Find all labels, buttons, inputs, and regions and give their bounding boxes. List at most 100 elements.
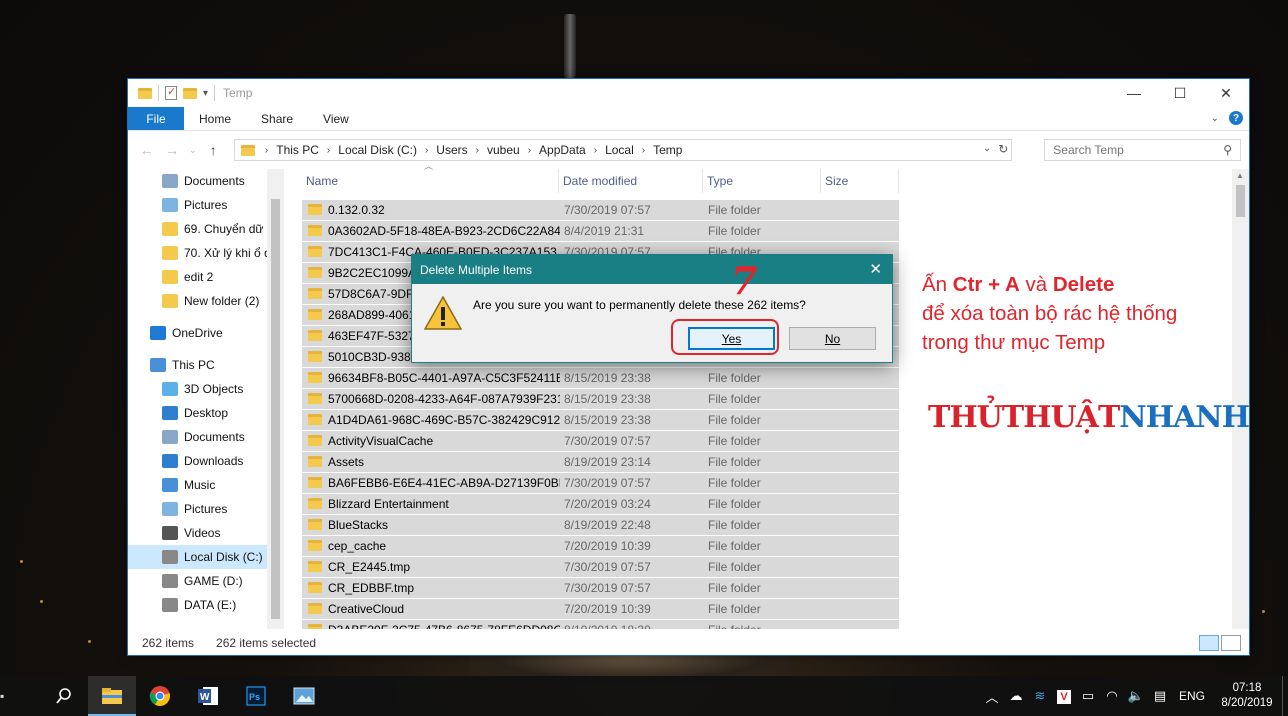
sidebar-item-label: Documents: [184, 430, 245, 444]
list-scrollbar[interactable]: ▲: [1232, 169, 1249, 629]
forward-button[interactable]: →: [161, 139, 182, 161]
sidebar-item[interactable]: This PC: [128, 353, 283, 377]
tab-view[interactable]: View: [308, 107, 364, 130]
taskbar-app-word[interactable]: W: [184, 676, 232, 716]
back-button[interactable]: ←: [136, 139, 157, 161]
new-folder-icon[interactable]: [183, 87, 197, 99]
sidebar-item[interactable]: Local Disk (C:): [128, 545, 283, 569]
scrollbar-thumb[interactable]: [271, 199, 280, 619]
search-button[interactable]: [40, 676, 88, 716]
column-size[interactable]: Size: [821, 169, 899, 193]
sidebar-item[interactable]: Music: [128, 473, 283, 497]
recent-locations-icon[interactable]: ⌄: [187, 139, 199, 161]
properties-icon[interactable]: [165, 85, 177, 100]
taskbar-app-explorer[interactable]: [88, 676, 136, 716]
table-row[interactable]: CR_EDBBF.tmp 7/30/2019 07:57 File folder: [302, 577, 1232, 598]
customize-toolbar-icon[interactable]: ▾: [203, 88, 208, 99]
antivirus-icon[interactable]: V: [1052, 688, 1076, 704]
clock-time: 07:18: [1232, 682, 1262, 694]
table-row[interactable]: BA6FEBB6-E6E4-41EC-AB9A-D27139F0BB... 7/3…: [302, 472, 1232, 493]
instruction-annotation: Ấn Ctr + A và Delete để xóa toàn bộ rác …: [922, 270, 1177, 357]
breadcrumb-item[interactable]: Temp: [653, 143, 682, 157]
taskbar-app-photoshop[interactable]: Ps: [232, 676, 280, 716]
tab-file[interactable]: File: [128, 107, 184, 130]
table-row[interactable]: 96634BF8-B05C-4401-A97A-C5C3F52411ED 8/15…: [302, 367, 1232, 388]
sidebar-item[interactable]: 69. Chuyển dữ li: [128, 217, 283, 241]
tab-share[interactable]: Share: [246, 107, 308, 130]
breadcrumb-item[interactable]: This PC: [276, 143, 319, 157]
address-dropdown-icon[interactable]: ⌄: [983, 143, 991, 154]
sidebar-item[interactable]: edit 2: [128, 265, 283, 289]
sidebar-item[interactable]: DATA (E:): [128, 593, 283, 617]
table-row[interactable]: CR_E2445.tmp 7/30/2019 07:57 File folder: [302, 556, 1232, 577]
file-type: File folder: [708, 391, 761, 406]
sidebar-item[interactable]: Downloads: [128, 449, 283, 473]
taskbar-app-photos[interactable]: [280, 676, 328, 716]
table-row[interactable]: BlueStacks 8/19/2019 22:48 File folder: [302, 514, 1232, 535]
sidebar-item[interactable]: 70. Xử lý khi ổ đi: [128, 241, 283, 265]
file-name-cell: BlueStacks: [302, 518, 560, 532]
close-button[interactable]: ✕: [1203, 79, 1249, 107]
warning-icon: [424, 296, 462, 330]
search-box[interactable]: ⚲: [1044, 139, 1242, 161]
maximize-button[interactable]: ☐: [1157, 79, 1203, 107]
breadcrumb-item[interactable]: Local: [605, 143, 634, 157]
show-desktop-button[interactable]: [1282, 676, 1288, 716]
sidebar-item[interactable]: 3D Objects: [128, 377, 283, 401]
nav-scrollbar[interactable]: [267, 169, 284, 629]
dialog-close-button[interactable]: ✕: [869, 260, 882, 278]
column-date-modified[interactable]: Date modified: [559, 169, 703, 193]
search-input[interactable]: [1053, 143, 1214, 157]
table-row[interactable]: Blizzard Entertainment 7/20/2019 03:24 Fil…: [302, 493, 1232, 514]
breadcrumb-item[interactable]: AppData: [539, 143, 586, 157]
up-button[interactable]: ↑: [202, 139, 223, 161]
clock[interactable]: 07:18 8/20/2019: [1212, 681, 1282, 711]
column-name[interactable]: Name: [302, 169, 559, 193]
sidebar-item[interactable]: Videos: [128, 521, 283, 545]
table-row[interactable]: CreativeCloud 7/20/2019 10:39 File folder: [302, 598, 1232, 619]
sidebar-item[interactable]: Documents: [128, 425, 283, 449]
folder-icon: [308, 414, 322, 425]
sidebar-item[interactable]: New folder (2): [128, 289, 283, 313]
row-selection: ActivityVisualCache 7/30/2019 07:57 File f…: [302, 430, 899, 451]
wifi-icon[interactable]: ◠: [1100, 688, 1124, 704]
refresh-icon[interactable]: ↻: [998, 142, 1008, 156]
scrollbar-thumb[interactable]: [1236, 185, 1245, 217]
sidebar-item[interactable]: Network: [128, 625, 283, 629]
address-bar[interactable]: › This PC › Local Disk (C:) › Users › vu…: [233, 139, 1013, 161]
minimize-button[interactable]: —: [1111, 79, 1157, 107]
expand-ribbon-icon[interactable]: ⌄: [1211, 113, 1219, 124]
table-row[interactable]: 0A3602AD-5F18-48EA-B923-2CD6C22A84... 8/4…: [302, 220, 1232, 241]
details-view-button[interactable]: [1199, 635, 1219, 651]
sidebar-item[interactable]: Desktop: [128, 401, 283, 425]
bluestacks-icon[interactable]: ≋: [1028, 688, 1052, 704]
table-row[interactable]: 0.132.0.32 7/30/2019 07:57 File folder: [302, 199, 1232, 220]
scroll-up-icon[interactable]: ▲: [1236, 171, 1244, 180]
sidebar-item[interactable]: GAME (D:): [128, 569, 283, 593]
notification-icon[interactable]: ▤: [1148, 688, 1172, 704]
sidebar-item[interactable]: Documents📌: [128, 169, 283, 193]
help-icon[interactable]: ?: [1229, 111, 1243, 125]
large-icons-view-button[interactable]: [1221, 635, 1241, 651]
breadcrumb-item[interactable]: Local Disk (C:): [338, 143, 417, 157]
sidebar-item[interactable]: Pictures: [128, 497, 283, 521]
windows-start-button[interactable]: ▪: [0, 676, 40, 716]
column-type[interactable]: Type: [703, 169, 821, 193]
file-name: BlueStacks: [328, 517, 389, 532]
table-row[interactable]: Assets 8/19/2019 23:14 File folder: [302, 451, 1232, 472]
breadcrumb-item[interactable]: Users: [436, 143, 467, 157]
table-row[interactable]: cep_cache 7/20/2019 10:39 File folder: [302, 535, 1232, 556]
sidebar-item[interactable]: OneDrive: [128, 321, 283, 345]
breadcrumb-item[interactable]: vubeu: [487, 143, 520, 157]
sidebar-item[interactable]: Pictures📌: [128, 193, 283, 217]
battery-icon[interactable]: ▭: [1076, 688, 1100, 704]
volume-icon[interactable]: 🔈: [1124, 688, 1148, 704]
taskbar-app-chrome[interactable]: [136, 676, 184, 716]
no-button[interactable]: No: [789, 327, 876, 350]
cloud-icon[interactable]: ☁: [1004, 688, 1028, 704]
show-hidden-icons[interactable]: ︿: [980, 687, 1004, 706]
table-row[interactable]: D3ABE20F-2C75-47B6-8675-78FE6DD08C218/10…: [302, 619, 1232, 629]
language-indicator[interactable]: ENG: [1172, 689, 1212, 703]
folder-icon: [308, 372, 322, 383]
tab-home[interactable]: Home: [184, 107, 246, 130]
